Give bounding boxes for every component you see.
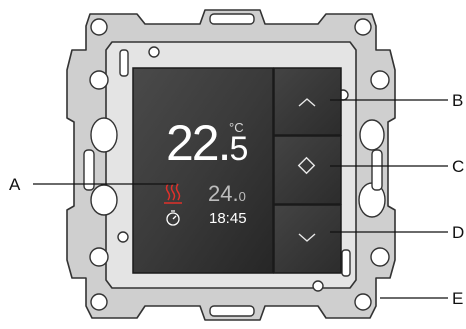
callout-label-e: E	[452, 289, 464, 308]
callout-label-a: A	[9, 175, 21, 194]
down-button[interactable]	[273, 204, 342, 274]
thermostat-diagram: 22.5 °C 24.0 18:45 A B C D E	[0, 0, 466, 329]
current-temp-decimal: 5	[229, 130, 249, 168]
callout-label-d: D	[452, 223, 465, 242]
setpoint-whole: 24.	[208, 181, 239, 206]
callout-label-b: B	[452, 91, 464, 110]
current-time: 18:45	[209, 210, 247, 227]
up-button[interactable]	[273, 67, 342, 136]
temperature-unit: °C	[229, 120, 244, 135]
current-temp-whole: 22.	[166, 115, 232, 171]
callout-label-c: C	[452, 157, 465, 176]
setpoint-decimal: 0	[238, 189, 246, 204]
mode-button[interactable]	[273, 135, 342, 205]
setpoint-temperature: 24.0	[208, 183, 246, 205]
